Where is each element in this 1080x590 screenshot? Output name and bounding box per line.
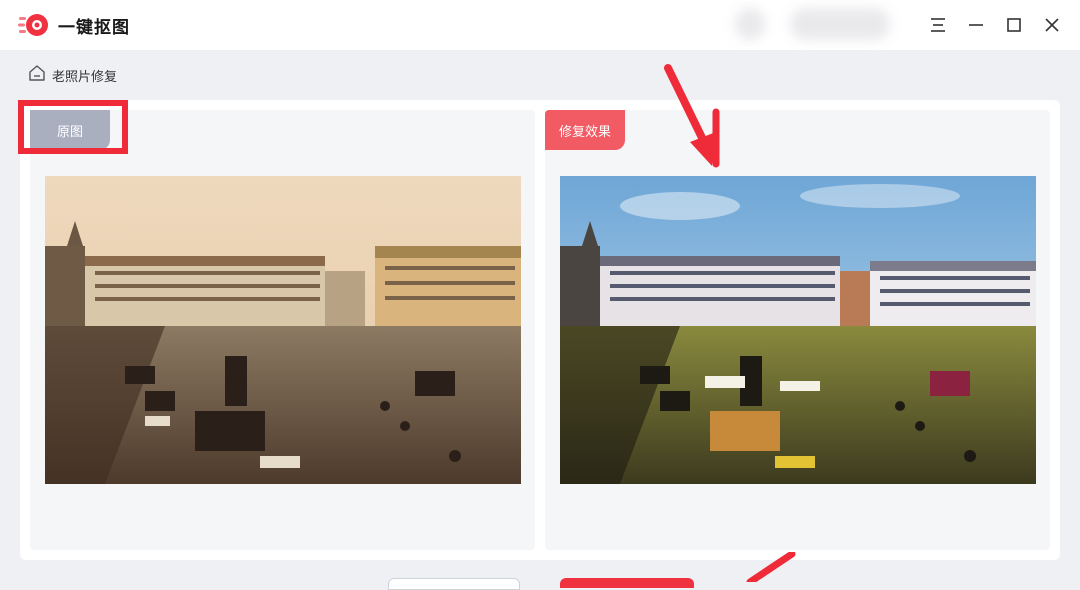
close-icon[interactable] xyxy=(1042,15,1062,35)
original-tag: 原图 xyxy=(30,110,110,150)
restored-photo xyxy=(560,176,1036,484)
menu-icon[interactable] xyxy=(928,15,948,35)
app-logo-icon xyxy=(18,14,48,36)
restored-tag: 修复效果 xyxy=(545,110,625,150)
bottom-primary-button[interactable] xyxy=(560,578,694,588)
maximize-icon[interactable] xyxy=(1004,15,1024,35)
restored-tag-label: 修复效果 xyxy=(558,124,611,140)
restored-card: 修复效果 xyxy=(545,110,1050,550)
breadcrumb-label: 老照片修复 xyxy=(52,70,118,85)
blurred-area xyxy=(735,8,765,40)
blurred-area xyxy=(790,8,890,40)
original-card: 原图 xyxy=(30,110,535,550)
original-tag-label: 原图 xyxy=(56,124,83,140)
title-bar: 一键抠图 xyxy=(0,0,1080,50)
original-photo xyxy=(45,176,521,484)
comparison-panel: 原图 修复效果 xyxy=(20,100,1060,560)
app-title: 一键抠图 xyxy=(58,18,130,38)
bottom-secondary-button[interactable] xyxy=(388,578,520,590)
minimize-icon[interactable] xyxy=(966,15,986,35)
home-icon[interactable] xyxy=(28,64,46,82)
